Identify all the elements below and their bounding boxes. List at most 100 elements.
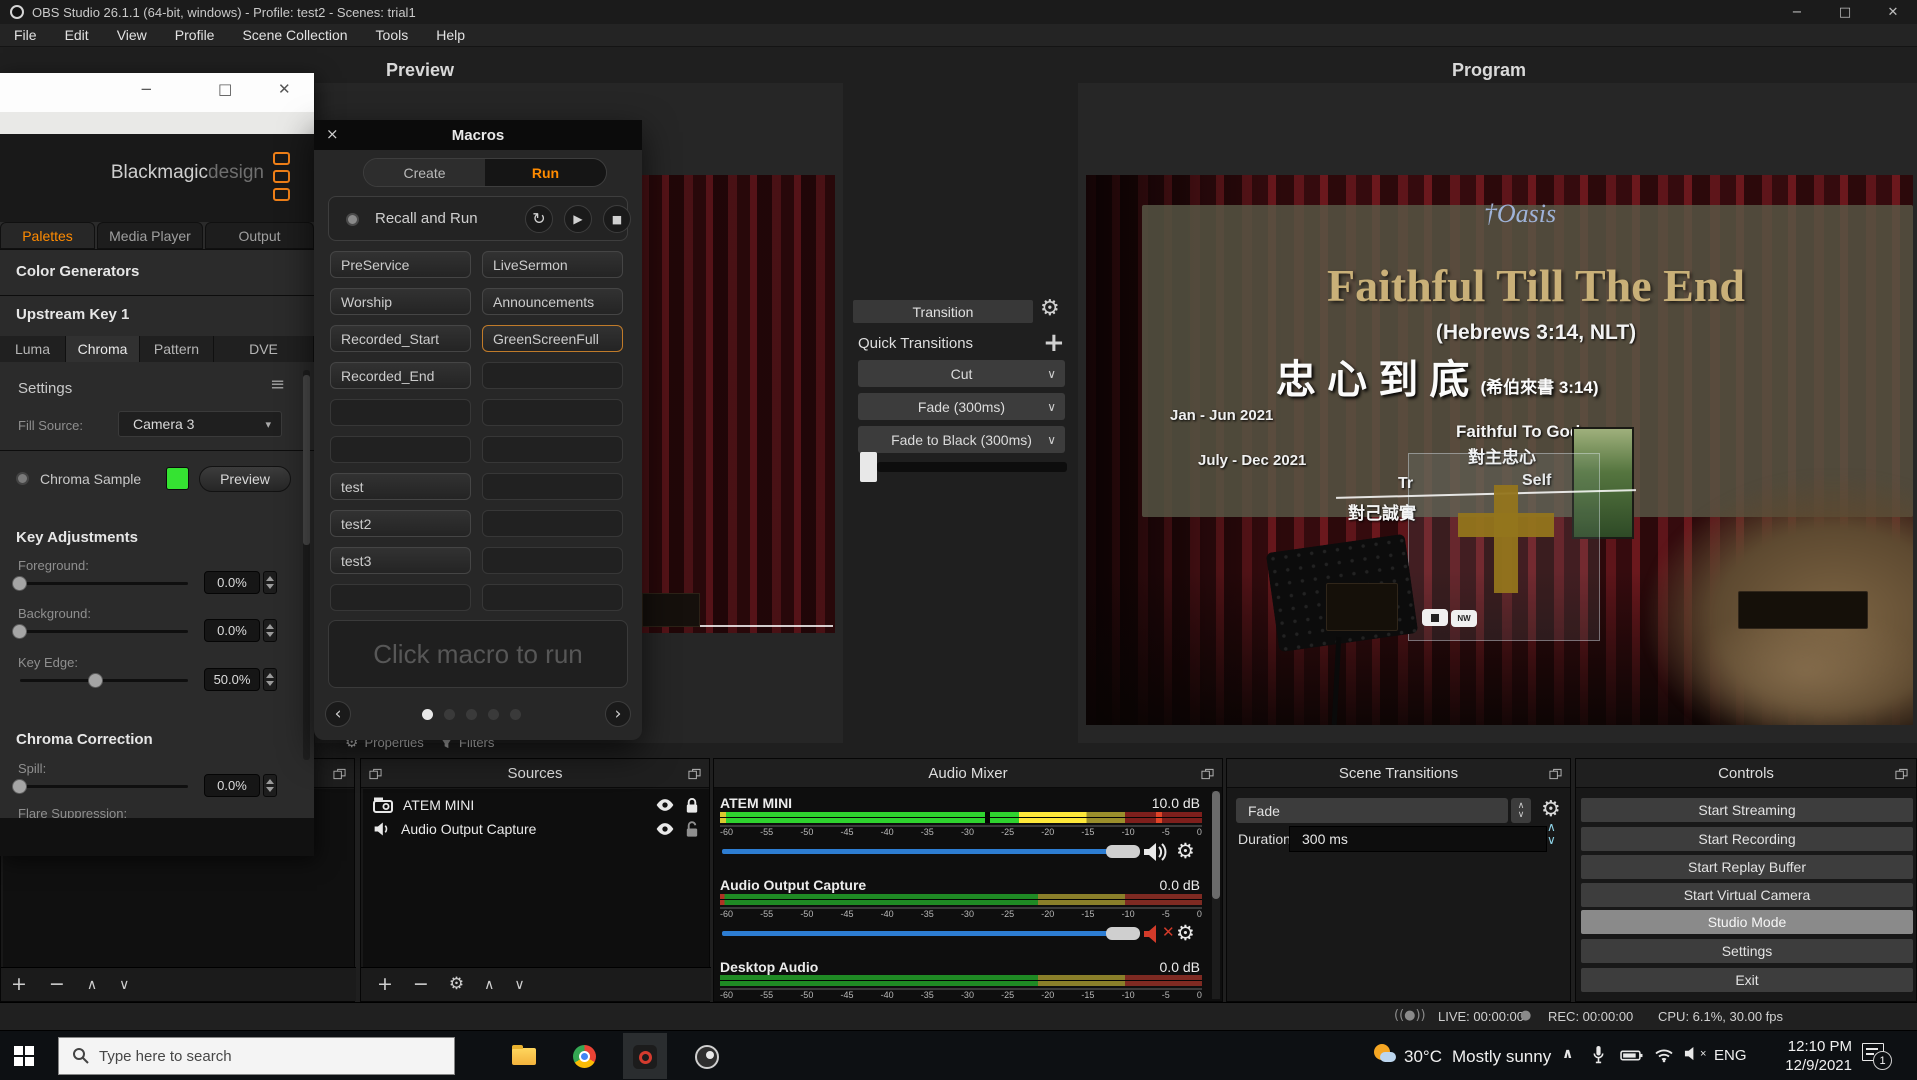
bmd-tab-palettes[interactable]: Palettes [0,222,95,249]
popout-icon[interactable] [1895,767,1908,784]
macro-livesermon[interactable]: LiveSermon [482,251,623,278]
macro-slot-empty[interactable] [330,399,471,426]
chroma-sample-radio[interactable] [16,472,29,485]
add-scene-icon[interactable]: + [11,975,27,994]
bmd-menu-icon[interactable] [273,188,290,201]
macro-slot-empty[interactable] [482,436,623,463]
macro-slot-empty[interactable] [482,547,623,574]
lock-closed-icon[interactable] [685,797,699,814]
duration-spinner[interactable]: ∧∨ [1547,821,1556,846]
chroma-preview-button[interactable]: Preview [199,466,291,492]
macro-greenscreenfull[interactable]: GreenScreenFull [482,325,623,352]
macro-slot-empty[interactable] [482,399,623,426]
lock-open-icon[interactable] [685,821,699,838]
transition-combo-spinner[interactable]: ∧∨ [1511,798,1531,823]
menu-scene-collection[interactable]: Scene Collection [228,24,361,46]
tbar-handle[interactable] [860,452,877,482]
recorder-app-icon[interactable] [633,1045,657,1069]
start-streaming-button[interactable]: Start Streaming [1581,798,1913,822]
macro-slot-empty[interactable] [482,473,623,500]
page-prev-icon[interactable]: ‹ [325,701,351,727]
key-tab-pattern[interactable]: Pattern [140,336,214,362]
key-tab-dve[interactable]: DVE [214,336,314,362]
page-dot-active[interactable] [422,709,433,720]
obs-taskbar-icon[interactable] [695,1045,719,1069]
key-edge-slider[interactable] [20,679,188,682]
key-edge-spinner[interactable] [263,668,277,691]
stop-icon[interactable]: ■ [603,205,631,233]
play-icon[interactable]: ▶ [564,205,592,233]
move-scene-down-icon[interactable]: ∨ [119,978,129,992]
macro-slot-empty[interactable] [330,584,471,611]
loop-icon[interactable]: ↻ [525,205,553,233]
start-recording-button[interactable]: Start Recording [1581,827,1913,851]
macros-tab-create[interactable]: Create [364,159,485,186]
macros-close-icon[interactable]: × [326,127,339,142]
recall-radio[interactable] [346,213,359,226]
page-dot[interactable] [488,709,499,720]
spill-value[interactable]: 0.0% [204,774,260,797]
volume-muted-icon[interactable]: × [1684,1046,1706,1061]
maximize-icon[interactable]: □ [1821,6,1869,19]
program-video[interactable]: †Oasis Faithful Till The End (Hebrews 3:… [1086,175,1913,725]
popout-icon[interactable] [369,767,382,784]
weather-icon[interactable] [1372,1042,1398,1068]
spill-spinner[interactable] [263,774,277,797]
quick-transition-cut[interactable]: Cut∨ [858,360,1065,387]
add-quick-transition-icon[interactable]: + [1043,330,1065,356]
duration-input[interactable]: 300 ms [1289,826,1547,852]
menu-view[interactable]: View [103,24,161,46]
macro-test3[interactable]: test3 [330,547,471,574]
bmd-menu-icon[interactable] [273,170,290,183]
search-input[interactable] [58,1037,455,1075]
foreground-value[interactable]: 0.0% [204,571,260,594]
background-spinner[interactable] [263,619,277,642]
page-dot[interactable] [510,709,521,720]
mixer-ch1-speaker-icon[interactable] [1142,841,1168,863]
studio-mode-button[interactable]: Studio Mode [1581,910,1913,934]
color-generators-section[interactable]: Color Generators [16,263,139,280]
start-replay-buffer-button[interactable]: Start Replay Buffer [1581,855,1913,879]
key-edge-value[interactable]: 50.0% [204,668,260,691]
macro-test2[interactable]: test2 [330,510,471,537]
visibility-eye-icon[interactable] [655,798,675,812]
chroma-sample-color-swatch[interactable] [166,467,189,490]
transition-settings-gear-icon[interactable]: ⚙ [1541,799,1561,821]
menu-edit[interactable]: Edit [51,24,103,46]
source-row-atem[interactable]: ATEM MINI [363,793,709,817]
source-row-audio-capture[interactable]: Audio Output Capture [363,817,709,841]
background-slider-handle[interactable] [12,624,27,639]
mixer-ch2-gear-icon[interactable]: ⚙ [1176,923,1195,944]
popout-icon[interactable] [688,767,701,784]
key-edge-slider-handle[interactable] [88,673,103,688]
notification-badge[interactable]: 1 [1873,1051,1892,1070]
bmd-close-icon[interactable]: ✕ [278,82,291,97]
macro-recorded-start[interactable]: Recorded_Start [330,325,471,352]
file-explorer-icon[interactable] [512,1048,536,1065]
macro-slot-empty[interactable] [330,436,471,463]
quick-transition-fade[interactable]: Fade (300ms)∨ [858,393,1065,420]
exit-button[interactable]: Exit [1581,968,1913,992]
mixer-ch1-volume-slider[interactable] [722,849,1112,854]
bmd-minimize-icon[interactable]: − [140,82,153,97]
upstream-key-section[interactable]: Upstream Key 1 [16,306,129,323]
wifi-icon[interactable] [1654,1048,1674,1063]
macro-slot-empty[interactable] [482,584,623,611]
fill-source-dropdown[interactable]: Camera 3 ▾ [118,411,282,437]
background-slider[interactable] [20,630,188,633]
bmd-tab-media-player[interactable]: Media Player [97,222,203,249]
page-next-icon[interactable]: › [605,701,631,727]
popout-icon[interactable] [1549,767,1562,784]
move-source-up-icon[interactable]: ∧ [484,978,494,992]
macro-test[interactable]: test [330,473,471,500]
bmd-tab-output[interactable]: Output [205,222,314,249]
popout-icon[interactable] [333,767,346,784]
macro-worship[interactable]: Worship [330,288,471,315]
mixer-ch2-muted-speaker-icon[interactable] [1142,923,1164,945]
transition-type-combo[interactable]: Fade [1236,798,1508,823]
settings-button[interactable]: Settings [1581,939,1913,963]
transition-button[interactable]: Transition [853,300,1033,323]
source-properties-gear-icon[interactable]: ⚙ [449,976,464,993]
menu-profile[interactable]: Profile [161,24,229,46]
macro-preservice[interactable]: PreService [330,251,471,278]
